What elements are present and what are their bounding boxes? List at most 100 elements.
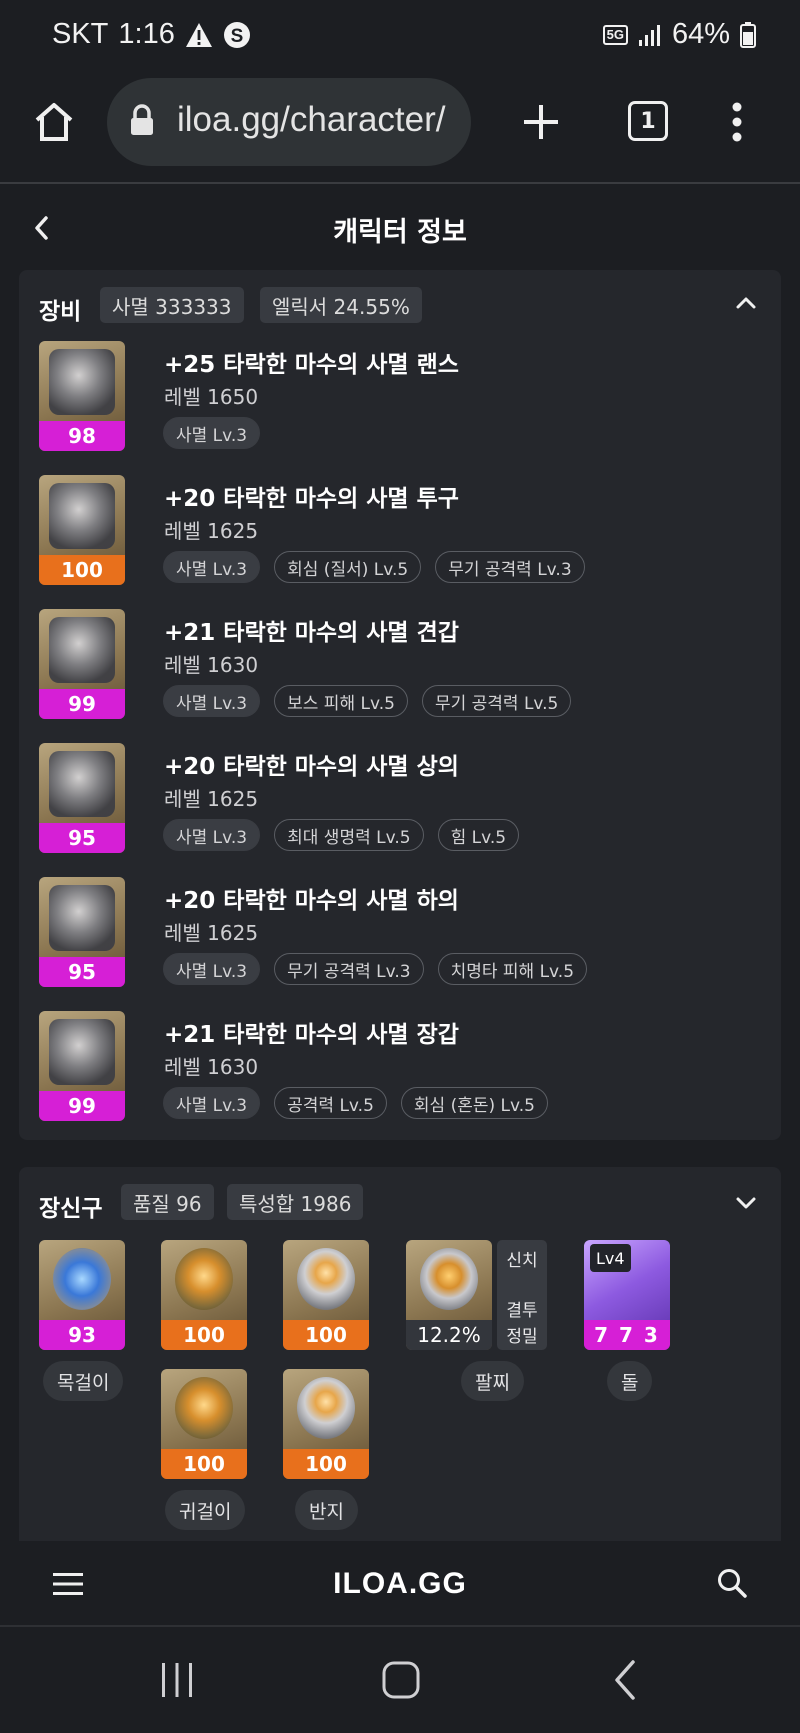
quality-badge: 100: [283, 1320, 369, 1350]
earring-tile-2[interactable]: 100: [161, 1369, 247, 1479]
home-icon[interactable]: [32, 100, 76, 144]
tab-switcher-button[interactable]: 1: [628, 101, 668, 141]
equipment-set-badge: 사멸 333333: [100, 287, 244, 323]
ring-tile-1[interactable]: 100: [283, 1240, 369, 1350]
item-name: +21 타락한 마수의 사멸 장갑: [164, 1022, 459, 1048]
item-name: +25 타락한 마수의 사멸 랜스: [164, 352, 459, 378]
item-level: 레벨 1650: [164, 385, 259, 409]
search-icon[interactable]: [716, 1567, 748, 1599]
back-nav-icon[interactable]: [612, 1659, 638, 1701]
status-bar: SKT 1:16 S 5G 64%: [0, 0, 800, 76]
engraving-tag: 치명타 피해 Lv.5: [437, 953, 588, 985]
quality-badge: 100: [283, 1449, 369, 1479]
item-name: +20 타락한 마수의 사멸 투구: [164, 486, 459, 512]
helmet-thumbnail: 100: [39, 475, 125, 585]
engraving-tag: 힘 Lv.5: [437, 819, 520, 851]
equipment-item-chest[interactable]: 95 +20 타락한 마수의 사멸 상의 레벨 1625 사멸 Lv.3 최대 …: [39, 743, 759, 855]
necklace-tile[interactable]: 93: [39, 1240, 125, 1350]
tab-count: 1: [640, 108, 656, 134]
gloves-thumbnail: 99: [39, 1011, 125, 1121]
pants-thumbnail: 95: [39, 877, 125, 987]
site-logo[interactable]: ILOA.GG: [0, 1567, 800, 1601]
accessories-section: 장신구 품질 96 특성합 1986 93 목걸이 100 100 귀걸이 10…: [19, 1167, 781, 1541]
engraving-tag: 공격력 Lv.5: [274, 1087, 387, 1119]
equipment-item-gloves[interactable]: 99 +21 타락한 마수의 사멸 장갑 레벨 1630 사멸 Lv.3 공격력…: [39, 1011, 759, 1123]
samsung-s-icon: S: [223, 21, 250, 48]
ring-icon: [297, 1248, 355, 1310]
home-nav-icon[interactable]: [382, 1661, 420, 1699]
shoulder-icon: [49, 617, 115, 683]
url-text: iloa.gg/character/: [177, 100, 446, 139]
bracelet-icon: [420, 1248, 478, 1310]
url-bar[interactable]: iloa.gg/character/: [107, 78, 471, 166]
expand-chevron-icon[interactable]: [735, 1196, 757, 1210]
bottom-app-bar: ILOA.GG: [0, 1541, 800, 1627]
collapse-chevron-icon[interactable]: [735, 296, 757, 310]
status-left: SKT 1:16 S: [52, 18, 251, 51]
more-menu-icon[interactable]: [730, 101, 744, 143]
quality-avg-badge: 품질 96: [121, 1184, 214, 1220]
new-tab-icon[interactable]: [522, 103, 560, 141]
recent-apps-icon[interactable]: [160, 1661, 194, 1699]
signal-icon: [638, 24, 660, 46]
browser-toolbar: iloa.gg/character/ 1: [0, 76, 800, 184]
quality-badge: 100: [161, 1320, 247, 1350]
engraving-tag: 최대 생명력 Lv.5: [274, 819, 424, 851]
set-tag: 사멸 Lv.3: [163, 953, 261, 985]
quality-badge: 99: [39, 689, 125, 719]
earring-tile-1[interactable]: 100: [161, 1240, 247, 1350]
alert-icon: [185, 22, 212, 47]
engraving-tag: 회심 (질서) Lv.5: [274, 551, 422, 583]
stone-label: 돌: [607, 1361, 653, 1401]
set-tag: 사멸 Lv.3: [163, 685, 261, 717]
chest-armor-icon: [49, 751, 115, 817]
engraving-tag: 무기 공격력 Lv.5: [421, 685, 572, 717]
bracelet-effect: 정밀: [506, 1327, 538, 1347]
elixir-badge: 엘릭서 24.55%: [260, 287, 422, 323]
app-header: 캐릭터 정보: [0, 186, 800, 270]
weapon-thumbnail: 98: [39, 341, 125, 451]
lance-icon: [49, 349, 115, 415]
quality-badge: 100: [39, 555, 125, 585]
stat-sum-badge: 특성합 1986: [227, 1184, 364, 1220]
gloves-icon: [49, 1019, 115, 1085]
set-tag: 사멸 Lv.3: [163, 1087, 261, 1119]
item-tags: 사멸 Lv.3 최대 생명력 Lv.5 힘 Lv.5: [163, 819, 520, 851]
item-name: +20 타락한 마수의 사멸 하의: [164, 888, 459, 914]
quality-badge: 100: [161, 1449, 247, 1479]
bracelet-value: 12.2%: [406, 1320, 492, 1350]
item-level: 레벨 1625: [164, 787, 259, 811]
accessories-title: 장신구: [39, 1196, 103, 1222]
earring-icon: [175, 1248, 233, 1310]
bracelet-label: 팔찌: [461, 1361, 524, 1401]
item-tags: 사멸 Lv.3 공격력 Lv.5 회심 (혼돈) Lv.5: [163, 1087, 548, 1119]
engraving-tag: 무기 공격력 Lv.3: [274, 953, 424, 985]
earring-label: 귀걸이: [165, 1490, 246, 1530]
equipment-item-shoulder[interactable]: 99 +21 타락한 마수의 사멸 견갑 레벨 1630 사멸 Lv.3 보스 …: [39, 609, 759, 721]
earring-icon: [175, 1377, 233, 1439]
battery-icon: [740, 21, 756, 48]
item-name: +21 타락한 마수의 사멸 견갑: [164, 620, 459, 646]
item-tags: 사멸 Lv.3 무기 공격력 Lv.3 치명타 피해 Lv.5: [163, 953, 588, 985]
equipment-section: 장비 사멸 333333 엘릭서 24.55% 98 +25 타락한 마수의 사…: [19, 270, 781, 1140]
equipment-item-weapon[interactable]: 98 +25 타락한 마수의 사멸 랜스 레벨 1650 사멸 Lv.3: [39, 341, 759, 453]
item-tags: 사멸 Lv.3 회심 (질서) Lv.5 무기 공격력 Lv.3: [163, 551, 585, 583]
equipment-item-helmet[interactable]: 100 +20 타락한 마수의 사멸 투구 레벨 1625 사멸 Lv.3 회심…: [39, 475, 759, 587]
bracelet-effect: 신치: [506, 1251, 538, 1271]
bracelet-effects: 신치 결투 정밀: [497, 1240, 547, 1350]
shoulder-thumbnail: 99: [39, 609, 125, 719]
battery-percent: 64%: [671, 18, 730, 50]
clock: 1:16: [118, 18, 175, 50]
ring-icon: [297, 1377, 355, 1439]
bracelet-tile[interactable]: 12.2%: [406, 1240, 492, 1350]
svg-text:S: S: [231, 26, 244, 47]
set-tag: 사멸 Lv.3: [163, 417, 261, 449]
equipment-item-pants[interactable]: 95 +20 타락한 마수의 사멸 하의 레벨 1625 사멸 Lv.3 무기 …: [39, 877, 759, 989]
ring-tile-2[interactable]: 100: [283, 1369, 369, 1479]
network-type-icon: 5G: [602, 24, 628, 45]
item-name: +20 타락한 마수의 사멸 상의: [164, 754, 459, 780]
chest-thumbnail: 95: [39, 743, 125, 853]
set-tag: 사멸 Lv.3: [163, 819, 261, 851]
stone-level-badge: Lv4: [590, 1244, 631, 1272]
stone-tile[interactable]: Lv4 7 7 3: [584, 1240, 670, 1350]
